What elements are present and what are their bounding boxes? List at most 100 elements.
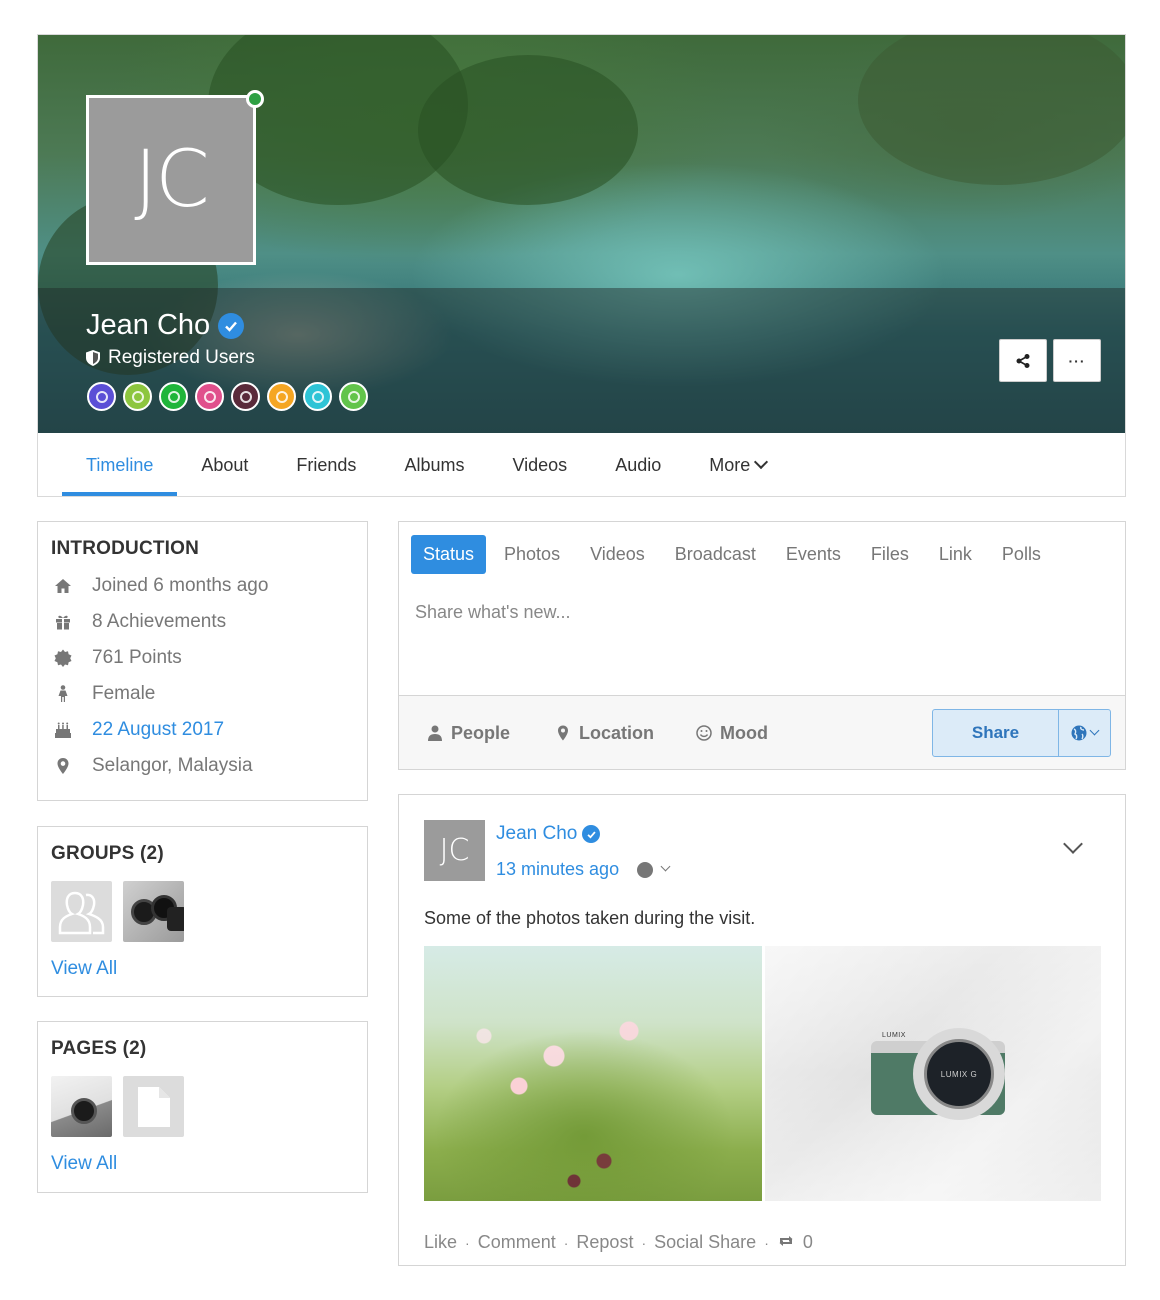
tab-friends[interactable]: Friends — [272, 433, 380, 496]
verified-icon — [582, 825, 601, 843]
privacy-dropdown[interactable] — [1059, 710, 1110, 756]
introduction-panel: INTRODUCTION Joined 6 months ago 8 Achie… — [37, 521, 368, 801]
more-options-button[interactable]: ··· — [1053, 339, 1101, 382]
feed-post: JC Jean Cho 13 minutes ago Some of the p… — [398, 794, 1126, 1266]
tab-timeline[interactable]: Timeline — [62, 433, 178, 496]
like-link[interactable]: Like — [424, 1232, 457, 1253]
introduction-title: INTRODUCTION — [51, 538, 200, 559]
cake-icon — [51, 721, 75, 739]
tab-audio[interactable]: Audio — [591, 433, 685, 496]
badge-emblem — [347, 390, 360, 403]
tab-albums[interactable]: Albums — [380, 433, 488, 496]
pages-panel: PAGES (2) View All — [37, 1021, 368, 1193]
achievement-badges — [87, 382, 368, 411]
post-actions: Like · Comment · Repost · Social Share ·… — [424, 1232, 813, 1253]
page-thumbnail[interactable] — [123, 1076, 184, 1137]
map-pin-icon — [51, 757, 75, 775]
profile-name[interactable]: Jean Cho — [86, 309, 210, 342]
separator: · — [764, 1234, 769, 1251]
profile-avatar[interactable]: JC — [86, 95, 256, 265]
page-thumbnail[interactable] — [51, 1076, 112, 1137]
group-thumbnail[interactable] — [51, 881, 112, 942]
tab-about[interactable]: About — [177, 433, 272, 496]
badge-emblem — [275, 390, 288, 403]
gift-icon — [51, 613, 75, 631]
add-location-label: Location — [579, 722, 654, 743]
post-timestamp[interactable]: 13 minutes ago — [496, 859, 619, 880]
intro-location-text: Selangor, Malaysia — [92, 755, 253, 776]
achievement-badge-icon[interactable] — [195, 382, 224, 411]
composer-tab-photos[interactable]: Photos — [489, 535, 575, 574]
badge-emblem — [203, 390, 216, 403]
composer-tab-broadcast[interactable]: Broadcast — [660, 535, 771, 574]
globe-icon[interactable] — [637, 861, 654, 878]
document-icon — [137, 1086, 170, 1127]
tab-more[interactable]: More — [685, 433, 790, 496]
composer-tab-polls[interactable]: Polls — [987, 535, 1056, 574]
profile-name-row: Jean Cho — [86, 309, 245, 342]
badge-emblem — [95, 390, 108, 403]
achievement-badge-icon[interactable] — [123, 382, 152, 411]
status-input[interactable]: Share what's new... — [415, 602, 571, 623]
badge-emblem — [311, 390, 324, 403]
composer-tab-videos[interactable]: Videos — [575, 535, 660, 574]
composer-tab-link[interactable]: Link — [924, 535, 987, 574]
achievement-badge-icon[interactable] — [267, 382, 296, 411]
online-status-dot — [246, 90, 264, 108]
cover-tree — [418, 55, 638, 205]
badge-emblem — [239, 390, 252, 403]
separator: · — [563, 1234, 569, 1251]
add-location-button[interactable]: Location — [555, 696, 654, 770]
post-meta: 13 minutes ago — [496, 859, 671, 880]
verified-icon — [218, 312, 245, 339]
intro-points-text: 761 Points — [92, 647, 182, 668]
post-options-chevron-icon[interactable] — [1063, 834, 1083, 854]
intro-achievements-text: 8 Achievements — [92, 611, 227, 632]
intro-gender: Female — [51, 676, 354, 712]
lens-shape — [167, 907, 184, 931]
post-photo-camera[interactable]: LUMIX LUMIX G — [765, 946, 1101, 1201]
intro-birthday[interactable]: 22 August 2017 — [51, 712, 354, 748]
chevron-down-icon — [754, 454, 769, 470]
tag-people-button[interactable]: People — [427, 696, 510, 770]
cover-tree — [858, 35, 1125, 185]
groups-view-all-link[interactable]: View All — [51, 958, 354, 980]
repost-icon[interactable] — [777, 1232, 795, 1253]
add-mood-label: Mood — [720, 722, 768, 743]
composer-tab-status[interactable]: Status — [411, 535, 487, 574]
badge-emblem — [131, 390, 144, 403]
achievement-badge-icon[interactable] — [339, 382, 368, 411]
composer-toolbar: People Location Mood Share — [399, 695, 1125, 769]
pages-view-all-link[interactable]: View All — [51, 1153, 354, 1175]
achievement-badge-icon[interactable] — [159, 382, 188, 411]
intro-birthday-text[interactable]: 22 August 2017 — [92, 719, 224, 741]
repost-link[interactable]: Repost — [576, 1232, 633, 1253]
smile-icon — [696, 725, 712, 741]
tab-more-label: More — [709, 455, 751, 475]
profile-role[interactable]: Registered Users — [108, 347, 255, 369]
post-photo-flowers[interactable] — [424, 946, 762, 1201]
composer-tab-events[interactable]: Events — [771, 535, 856, 574]
user-icon — [428, 725, 442, 741]
achievement-badge-icon[interactable] — [303, 382, 332, 411]
share-icon — [1016, 353, 1030, 368]
intro-achievements: 8 Achievements — [51, 604, 354, 640]
add-mood-button[interactable]: Mood — [696, 696, 768, 770]
social-share-link[interactable]: Social Share — [654, 1232, 756, 1253]
chevron-down-icon[interactable] — [660, 861, 671, 872]
post-author-avatar[interactable]: JC — [424, 820, 485, 881]
group-thumbnail[interactable] — [123, 881, 184, 942]
intro-points: 761 Points — [51, 640, 354, 676]
achievement-badge-icon[interactable] — [231, 382, 260, 411]
chevron-down-icon — [1089, 725, 1100, 735]
shield-icon — [86, 350, 100, 366]
composer-tab-files[interactable]: Files — [856, 535, 924, 574]
tab-videos[interactable]: Videos — [488, 433, 591, 496]
intro-joined-text: Joined 6 months ago — [92, 575, 269, 596]
post-author-name[interactable]: Jean Cho — [496, 823, 577, 845]
comment-link[interactable]: Comment — [478, 1232, 556, 1253]
share-profile-button[interactable] — [999, 339, 1047, 382]
achievement-badge-icon[interactable] — [87, 382, 116, 411]
share-post-button[interactable]: Share — [933, 710, 1059, 756]
tag-people-label: People — [451, 722, 511, 743]
